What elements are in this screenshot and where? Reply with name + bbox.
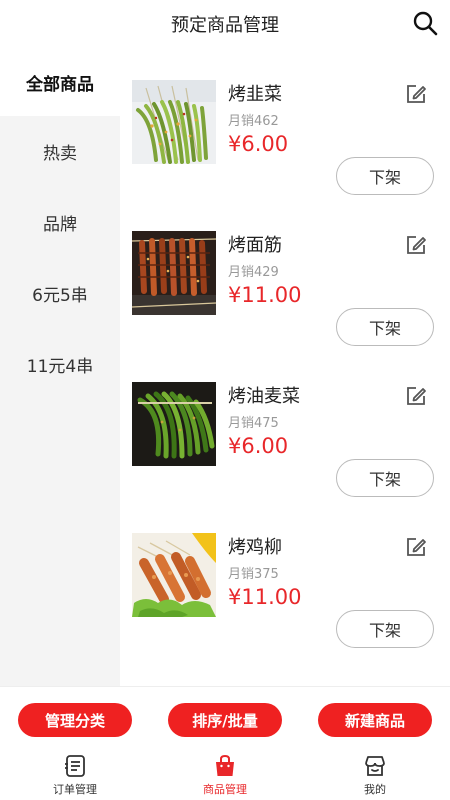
grilled-chicken-strip-skewers-photo[interactable] bbox=[132, 533, 216, 617]
take-offline-button[interactable]: 下架 bbox=[336, 308, 434, 346]
grilled-gluten-skewers-photo[interactable] bbox=[132, 231, 216, 315]
grilled-chive-skewers-photo[interactable] bbox=[132, 80, 216, 164]
bottom-tab-bar: 订单管理 商品管理 我的 bbox=[0, 750, 450, 800]
header: 预定商品管理 bbox=[0, 0, 450, 48]
category-hot[interactable]: 热卖 bbox=[0, 116, 120, 187]
product-price: ¥6.00 bbox=[228, 434, 289, 458]
product-price: ¥11.00 bbox=[228, 585, 302, 609]
product-card[interactable]: 烤面筋 月销429 ¥11.00 下架 bbox=[120, 199, 450, 350]
product-price: ¥11.00 bbox=[228, 283, 302, 307]
product-name: 烤油麦菜 bbox=[228, 386, 300, 407]
sort-batch-button[interactable]: 排序/批量 bbox=[168, 703, 282, 737]
take-offline-button[interactable]: 下架 bbox=[336, 459, 434, 497]
tab-label: 我的 bbox=[364, 783, 386, 796]
grilled-lettuce-skewers-photo[interactable] bbox=[132, 382, 216, 466]
product-card[interactable]: 烤鸡柳 月销375 ¥11.00 下架 bbox=[120, 501, 450, 652]
category-11yuan-4[interactable]: 11元4串 bbox=[0, 329, 120, 400]
product-name: 烤面筋 bbox=[228, 235, 282, 256]
product-monthly-sales: 月销475 bbox=[228, 416, 279, 431]
tab-order-management[interactable]: 订单管理 bbox=[30, 754, 120, 800]
category-all[interactable]: 全部商品 bbox=[0, 48, 120, 116]
product-card[interactable]: 烤油麦菜 月销475 ¥6.00 下架 bbox=[120, 350, 450, 501]
product-monthly-sales: 月销429 bbox=[228, 265, 279, 280]
product-list: 烤韭菜 月销462 ¥6.00 下架 烤面筋 月销429 ¥11.00 下架 烤… bbox=[120, 48, 450, 686]
tab-product-management[interactable]: 商品管理 bbox=[180, 754, 270, 800]
take-offline-button[interactable]: 下架 bbox=[336, 157, 434, 195]
edit-icon[interactable] bbox=[405, 83, 427, 105]
tab-label: 订单管理 bbox=[53, 783, 97, 796]
edit-icon[interactable] bbox=[405, 234, 427, 256]
tab-label: 商品管理 bbox=[203, 783, 247, 796]
product-monthly-sales: 月销375 bbox=[228, 567, 279, 582]
order-list-icon bbox=[65, 755, 85, 777]
category-6yuan-5[interactable]: 6元5串 bbox=[0, 258, 120, 329]
product-name: 烤韭菜 bbox=[228, 84, 282, 105]
category-sidebar: 全部商品 热卖 品牌 6元5串 11元4串 bbox=[0, 48, 120, 686]
product-name: 烤鸡柳 bbox=[228, 537, 282, 558]
shopping-bag-icon bbox=[216, 754, 234, 776]
manage-category-button[interactable]: 管理分类 bbox=[18, 703, 132, 737]
tab-mine[interactable]: 我的 bbox=[330, 754, 420, 800]
product-monthly-sales: 月销462 bbox=[228, 114, 279, 129]
edit-icon[interactable] bbox=[405, 536, 427, 558]
new-product-button[interactable]: 新建商品 bbox=[318, 703, 432, 737]
store-icon bbox=[365, 756, 385, 776]
category-brand[interactable]: 品牌 bbox=[0, 187, 120, 258]
take-offline-button[interactable]: 下架 bbox=[336, 610, 434, 648]
page-title: 预定商品管理 bbox=[171, 15, 279, 36]
action-bar: 管理分类 排序/批量 新建商品 bbox=[0, 686, 450, 750]
edit-icon[interactable] bbox=[405, 385, 427, 407]
product-card[interactable]: 烤韭菜 月销462 ¥6.00 下架 bbox=[120, 48, 450, 199]
product-price: ¥6.00 bbox=[228, 132, 289, 156]
search-icon[interactable] bbox=[412, 10, 438, 36]
